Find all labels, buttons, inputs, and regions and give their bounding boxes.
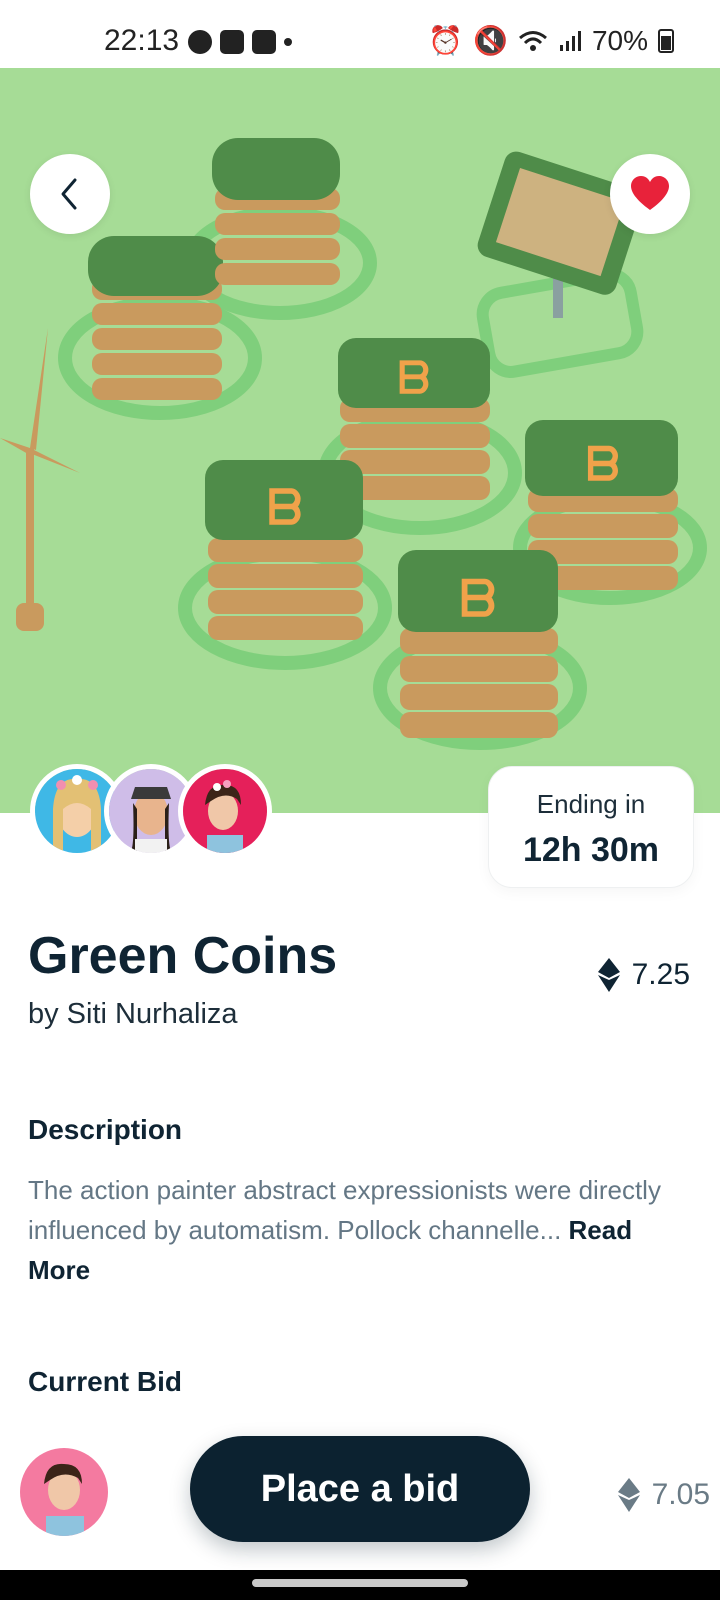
description-heading: Description (28, 1114, 183, 1145)
svg-text:ᗷ: ᗷ (398, 354, 430, 403)
youtube-notification-icon (252, 30, 276, 54)
svg-text:ᗷ: ᗷ (460, 571, 496, 627)
current-bid-value: 7.05 (651, 1478, 710, 1511)
favorite-button[interactable] (610, 154, 690, 234)
wifi-icon (518, 30, 547, 51)
status-time: 22:13 (104, 24, 180, 57)
ethereum-icon (597, 958, 620, 992)
current-bid-heading: Current Bid (28, 1366, 182, 1397)
heart-icon (631, 176, 669, 210)
alarm-icon: ⏰ (428, 25, 464, 56)
notification-icons (188, 30, 292, 54)
description-body: The action painter abstract expressionis… (28, 1175, 661, 1245)
gallery-notification-icon (220, 30, 244, 54)
item-title: Green Coins (28, 927, 338, 985)
system-navigation-bar (0, 1570, 720, 1600)
signal-icon (559, 30, 581, 51)
svg-text:ᗷ: ᗷ (586, 438, 619, 490)
svg-text:ᗷ: ᗷ (268, 482, 303, 535)
item-author: by Siti Nurhaliza (28, 998, 238, 1030)
battery-icon (658, 28, 674, 53)
app-notification-icon (188, 30, 212, 54)
current-bid-price: 7.05 (617, 1478, 710, 1512)
item-price-value: 7.25 (631, 958, 690, 991)
mute-icon: 🔇 (473, 25, 508, 56)
item-price: 7.25 (597, 958, 690, 992)
battery-percent: 70% (591, 24, 648, 56)
avatar[interactable] (178, 764, 272, 858)
ending-time: 12h 30m (522, 831, 660, 869)
back-button[interactable] (30, 154, 110, 234)
description-text: The action painter abstract expressionis… (28, 1170, 668, 1290)
chevron-left-icon (61, 178, 77, 210)
collaborator-avatars (30, 764, 272, 858)
ethereum-icon (617, 1478, 640, 1512)
status-bar: 22:13 ⏰ 🔇 70% (0, 0, 720, 68)
system-icons: ⏰ 🔇 70% (428, 24, 674, 57)
ending-label: Ending in (536, 789, 646, 819)
place-bid-button[interactable]: Place a bid (190, 1436, 530, 1542)
bidder-avatar[interactable] (20, 1448, 108, 1536)
more-notifications-icon (284, 38, 292, 46)
auction-countdown-card: Ending in 12h 30m (488, 766, 694, 888)
home-gesture-handle[interactable] (252, 1579, 468, 1587)
